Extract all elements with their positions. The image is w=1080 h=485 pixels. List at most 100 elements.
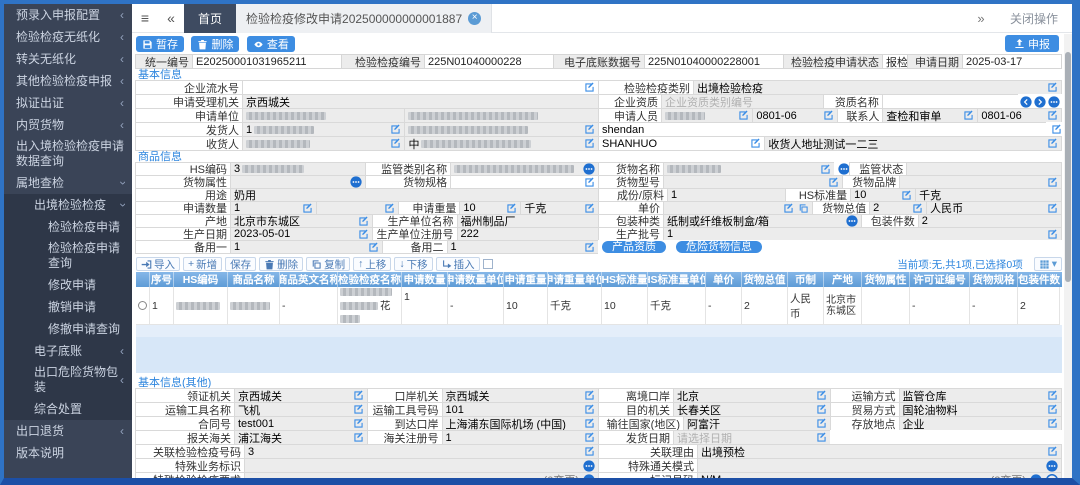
sidebar-item-export-return[interactable]: 出口退货‹ bbox=[4, 420, 132, 442]
edit-icon[interactable] bbox=[1047, 418, 1058, 429]
edit-icon[interactable] bbox=[901, 190, 912, 201]
edit-icon[interactable] bbox=[390, 124, 401, 135]
insert-row-button[interactable]: 插入 bbox=[436, 257, 480, 271]
col-header[interactable]: 申请重量单位 bbox=[548, 272, 602, 287]
edit-icon[interactable] bbox=[1047, 203, 1058, 214]
move-up-button[interactable]: ↑上移 bbox=[353, 257, 391, 271]
enterprise-quals-input[interactable]: 企业资质类别编号 bbox=[661, 94, 824, 109]
marks-numbers-input[interactable]: N/M(2变更) bbox=[697, 472, 1062, 478]
sidebar-item-transit-paperless[interactable]: 转关无纸化‹ bbox=[4, 48, 132, 70]
col-header[interactable]: 申请重量 bbox=[504, 272, 548, 287]
hs-code-input[interactable]: 3 bbox=[230, 162, 366, 176]
col-header[interactable]: 货物规格 bbox=[970, 272, 1018, 287]
import-button[interactable]: 导入 bbox=[136, 257, 180, 271]
sidebar-item-pre-entry-config[interactable]: 预录入申报配置‹ bbox=[4, 4, 132, 26]
related-inspection-no-input[interactable]: 3 bbox=[244, 444, 599, 459]
more-icon[interactable] bbox=[1046, 460, 1058, 472]
production-date-input[interactable]: 2023-05-01 bbox=[230, 227, 373, 241]
edit-icon[interactable] bbox=[390, 138, 401, 149]
goods-value-input[interactable]: 2 bbox=[869, 201, 927, 215]
declare-button[interactable]: 申报 bbox=[1005, 35, 1059, 52]
copy-row-button[interactable]: 复制 bbox=[306, 257, 350, 271]
spare1-input[interactable]: 1 bbox=[230, 240, 383, 254]
col-header[interactable]: 货物属性 bbox=[862, 272, 910, 287]
spare2-input[interactable]: 1 bbox=[447, 240, 600, 254]
apply-weight-unit-input[interactable]: 千克 bbox=[520, 201, 599, 215]
column-settings-button[interactable]: ▾ bbox=[1034, 257, 1062, 271]
edit-icon[interactable] bbox=[353, 390, 364, 401]
more-icon[interactable] bbox=[583, 460, 595, 472]
apply-person-code-input[interactable]: 0801-06 bbox=[752, 108, 838, 123]
target-icon[interactable] bbox=[1046, 474, 1058, 479]
edit-icon[interactable] bbox=[353, 432, 364, 443]
special-business-input[interactable] bbox=[244, 458, 599, 473]
edit-icon[interactable] bbox=[358, 229, 369, 240]
close-tab-icon[interactable]: × bbox=[468, 12, 481, 25]
col-header[interactable]: HS标准量 bbox=[602, 272, 648, 287]
sidebar-item-other-declare[interactable]: 其他检验检疫申报‹ bbox=[4, 70, 132, 92]
edit-icon[interactable] bbox=[584, 418, 595, 429]
add-row-button[interactable]: +新增 bbox=[183, 257, 222, 271]
view-button[interactable]: 查看 bbox=[247, 36, 295, 52]
port-org-input[interactable]: 京西城关 bbox=[442, 388, 600, 403]
prev-icon[interactable] bbox=[1020, 96, 1032, 108]
more-icon[interactable] bbox=[583, 163, 595, 175]
edit-icon[interactable] bbox=[353, 404, 364, 415]
row-radio[interactable] bbox=[138, 301, 147, 310]
edit-icon[interactable] bbox=[820, 164, 831, 175]
package-type-input[interactable]: 纸制或纤维板制盒/箱 bbox=[663, 214, 862, 228]
edit-icon[interactable] bbox=[353, 418, 364, 429]
more-icon[interactable] bbox=[583, 474, 595, 479]
edit-icon[interactable] bbox=[828, 177, 839, 188]
col-header[interactable]: 货物总值 bbox=[742, 272, 788, 287]
sidebar-item-dangerous-pkg[interactable]: 出口危险货物包装‹ bbox=[4, 362, 132, 398]
goods-brand-input[interactable] bbox=[899, 175, 1062, 189]
edit-icon[interactable] bbox=[584, 432, 595, 443]
trade-mode-input[interactable]: 国轮油物料 bbox=[899, 402, 1063, 417]
edit-icon[interactable] bbox=[816, 390, 827, 401]
currency-input[interactable]: 人民币 bbox=[926, 201, 1062, 215]
save-draft-button[interactable]: 暂存 bbox=[136, 36, 184, 52]
more-icon[interactable] bbox=[1030, 474, 1042, 479]
edit-icon[interactable] bbox=[1047, 82, 1058, 93]
consignee-en-name[interactable]: SHANHUO bbox=[598, 136, 765, 151]
consignee-name-input[interactable]: 中 bbox=[404, 136, 599, 151]
sidebar-item-cert[interactable]: 拟证出证‹ bbox=[4, 92, 132, 114]
consignee-code-input[interactable] bbox=[242, 136, 405, 151]
qual-name-input[interactable] bbox=[882, 94, 1019, 109]
goods-attr-input[interactable] bbox=[230, 175, 366, 189]
col-header[interactable]: 许可证编号 bbox=[910, 272, 970, 287]
col-header[interactable]: 包装件数 bbox=[1018, 272, 1060, 287]
hs-std-unit[interactable]: 千克 bbox=[915, 188, 1062, 202]
sidebar-item-comprehensive[interactable]: 综合处置 bbox=[4, 398, 132, 420]
edit-icon[interactable] bbox=[584, 446, 595, 457]
sidebar-item-inspection-apply-query[interactable]: 检验检疫申请查询 bbox=[4, 238, 132, 274]
table-row[interactable]: 1 - 花 1 - 10 千克 10 千克 - 2 人民币 北京市东城区 - -… bbox=[136, 287, 1062, 325]
col-header[interactable]: 单价 bbox=[706, 272, 742, 287]
usage-input[interactable]: 奶用 bbox=[230, 188, 599, 202]
exit-port-input[interactable]: 北京 bbox=[673, 388, 831, 403]
origin-input[interactable]: 北京市东城区 bbox=[230, 214, 373, 228]
consignor-code-input[interactable]: 1 bbox=[242, 122, 405, 137]
inspection-type-input[interactable]: 出境检验检疫 bbox=[693, 80, 1062, 95]
sidebar-item-inspection-apply[interactable]: 检验检疫申请 bbox=[4, 216, 132, 238]
sidebar-item-inspection-paperless[interactable]: 检验检疫无纸化‹ bbox=[4, 26, 132, 48]
ingredient-input[interactable]: 1 bbox=[667, 188, 786, 202]
dest-org-input[interactable]: 长春关区 bbox=[673, 402, 831, 417]
edit-icon[interactable] bbox=[750, 138, 761, 149]
sidebar-item-cancel-apply[interactable]: 撤销申请 bbox=[4, 296, 132, 318]
edit-icon[interactable] bbox=[584, 138, 595, 149]
apply-weight-input[interactable]: 10 bbox=[459, 201, 521, 215]
sidebar-item-domestic-goods[interactable]: 内贸货物‹ bbox=[4, 114, 132, 136]
edit-icon[interactable] bbox=[1047, 138, 1058, 149]
unit-price-input[interactable] bbox=[663, 201, 813, 215]
apply-qty-input[interactable]: 1 bbox=[230, 201, 317, 215]
hs-std-qty-input[interactable]: 10 bbox=[850, 188, 916, 202]
ship-date-input[interactable]: 请选择日期 bbox=[673, 430, 831, 445]
more-icon[interactable] bbox=[350, 176, 362, 188]
product-quals-button[interactable]: 产品资质 bbox=[602, 241, 666, 253]
vehicle-no-input[interactable]: 101 bbox=[442, 402, 600, 417]
edit-icon[interactable] bbox=[816, 432, 827, 443]
edit-icon[interactable] bbox=[738, 110, 749, 121]
customs-reg-no-input[interactable]: 1 bbox=[442, 430, 600, 445]
